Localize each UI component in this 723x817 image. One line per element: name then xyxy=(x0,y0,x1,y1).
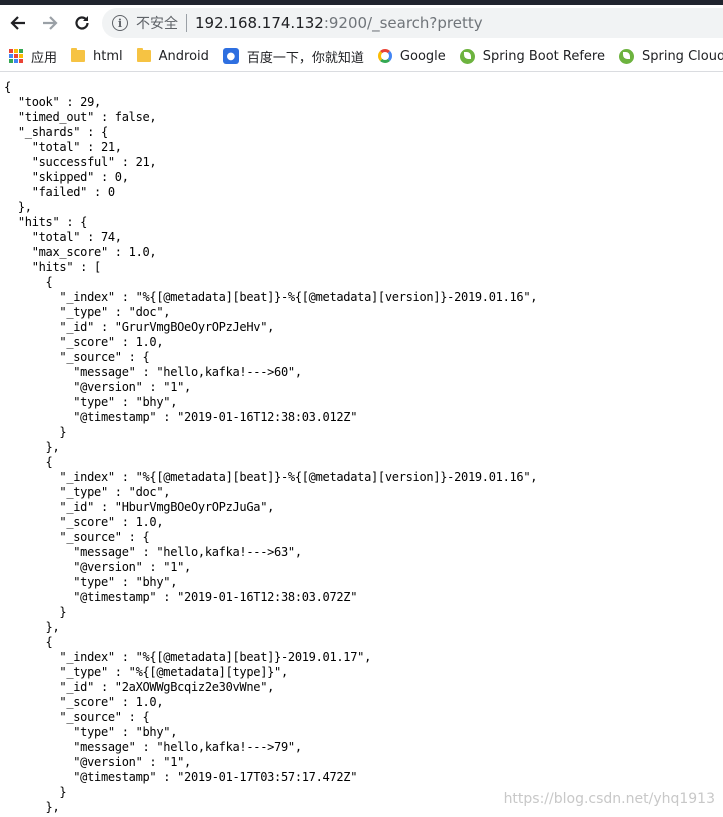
json-line: "_source" : { xyxy=(4,350,150,364)
json-line: "hits" : [ xyxy=(4,260,102,274)
json-line: "@timestamp" : "2019-01-16T12:38:03.072Z… xyxy=(4,590,358,604)
json-line: "total" : 21, xyxy=(4,140,122,154)
reload-button[interactable] xyxy=(68,9,96,37)
forward-button[interactable] xyxy=(36,9,64,37)
json-line: "@version" : "1", xyxy=(4,755,191,769)
bookmark-android[interactable]: Android xyxy=(136,41,209,71)
json-line: "@timestamp" : "2019-01-17T03:57:17.472Z… xyxy=(4,770,358,784)
json-line: "type" : "bhy", xyxy=(4,725,178,739)
json-line: "type" : "bhy", xyxy=(4,395,178,409)
json-line: "message" : "hello,kafka!--->63", xyxy=(4,545,302,559)
json-line: "message" : "hello,kafka!--->79", xyxy=(4,740,302,754)
json-line: "timed_out" : false, xyxy=(4,110,157,124)
json-line: "_source" : { xyxy=(4,710,150,724)
bookmark-label: 百度一下，你就知道 xyxy=(246,50,364,66)
json-response-body: { "took" : 29, "timed_out" : false, "_sh… xyxy=(4,80,538,815)
bookmark-label: 应用 xyxy=(31,50,58,66)
folder-icon xyxy=(136,48,151,62)
json-line: "skipped" : 0, xyxy=(4,170,129,184)
bookmark-label: Spring Cloud xyxy=(641,48,723,64)
json-line: } xyxy=(4,785,67,799)
json-line: "_score" : 1.0, xyxy=(4,515,164,529)
bookmark-label: Google xyxy=(399,48,446,64)
address-bar[interactable]: i 不安全 192.168.174.132:9200/_search?prett… xyxy=(102,8,723,38)
json-line: "_type" : "doc", xyxy=(4,485,171,499)
json-line: { xyxy=(4,635,53,649)
folder-icon xyxy=(71,48,86,62)
json-line: "successful" : 21, xyxy=(4,155,157,169)
json-line: "_type" : "%{[@metadata][type]}", xyxy=(4,665,288,679)
forward-arrow-icon xyxy=(41,14,59,32)
bookmark-google[interactable]: Google xyxy=(377,41,446,71)
json-line: "_shards" : { xyxy=(4,125,108,139)
json-line: "_type" : "doc", xyxy=(4,305,171,319)
json-line: } xyxy=(4,425,67,439)
json-line: "@version" : "1", xyxy=(4,380,191,394)
browser-toolbar: i 不安全 192.168.174.132:9200/_search?prett… xyxy=(0,5,723,41)
bookmark-label: html xyxy=(93,48,123,64)
json-line: "_score" : 1.0, xyxy=(4,695,164,709)
json-line: }, xyxy=(4,440,60,454)
bookmark-spring-cloud[interactable]: Spring Cloud xyxy=(618,41,723,71)
bookmark-html[interactable]: html xyxy=(71,41,123,71)
back-button[interactable] xyxy=(4,9,32,37)
json-line: "message" : "hello,kafka!--->60", xyxy=(4,365,302,379)
json-line: "_id" : "HburVmgBOeOyrOPzJuGa", xyxy=(4,500,275,514)
spring-leaf-icon xyxy=(618,48,634,64)
json-line: "total" : 74, xyxy=(4,230,122,244)
json-line: "_index" : "%{[@metadata][beat]}-%{[@met… xyxy=(4,290,538,304)
json-line: }, xyxy=(4,200,32,214)
json-line: "_index" : "%{[@metadata][beat]}-%{[@met… xyxy=(4,470,538,484)
bookmark-label: Android xyxy=(158,48,209,64)
reload-icon xyxy=(73,14,91,32)
json-line: { xyxy=(4,80,11,94)
address-separator xyxy=(186,14,187,32)
bookmarks-bar: 应用 html Android ● 百度一下，你就知道 Google Sprin… xyxy=(0,41,723,72)
bookmark-label: Spring Boot Refere xyxy=(482,48,605,64)
json-line: { xyxy=(4,275,53,289)
json-line: "hits" : { xyxy=(4,215,88,229)
json-line: "took" : 29, xyxy=(4,95,101,109)
json-line: "_id" : "2aXOWWgBcqiz2e30vWne", xyxy=(4,680,275,694)
url-host: 192.168.174.132 xyxy=(195,14,324,32)
back-arrow-icon xyxy=(9,14,27,32)
apps-grid-icon xyxy=(9,49,23,63)
json-line: "_source" : { xyxy=(4,530,150,544)
json-line: }, xyxy=(4,620,60,634)
json-line: "_id" : "GrurVmgBOeOyrOPzJeHv", xyxy=(4,320,275,334)
json-line: "@timestamp" : "2019-01-16T12:38:03.012Z… xyxy=(4,410,358,424)
bookmark-spring-boot[interactable]: Spring Boot Refere xyxy=(459,41,605,71)
bookmark-apps[interactable]: 应用 xyxy=(9,41,57,71)
json-line: }, xyxy=(4,800,60,814)
url-path: :9200/_search?pretty xyxy=(323,14,483,32)
watermark: https://blog.csdn.net/yhq1913 xyxy=(503,791,715,807)
info-icon[interactable]: i xyxy=(112,15,128,31)
json-line: "_score" : 1.0, xyxy=(4,335,164,349)
json-line: } xyxy=(4,605,67,619)
json-line: "max_score" : 1.0, xyxy=(4,245,157,259)
security-status: 不安全 xyxy=(136,16,178,32)
json-line: "_index" : "%{[@metadata][beat]}-2019.01… xyxy=(4,650,372,664)
baidu-paw-icon: ● xyxy=(222,48,239,64)
spring-leaf-icon xyxy=(459,48,475,64)
json-line: { xyxy=(4,455,53,469)
bookmark-baidu[interactable]: ● 百度一下，你就知道 xyxy=(222,41,364,71)
json-line: "type" : "bhy", xyxy=(4,575,178,589)
google-g-icon xyxy=(377,49,392,63)
json-line: "@version" : "1", xyxy=(4,560,191,574)
json-line: "failed" : 0 xyxy=(4,185,115,199)
